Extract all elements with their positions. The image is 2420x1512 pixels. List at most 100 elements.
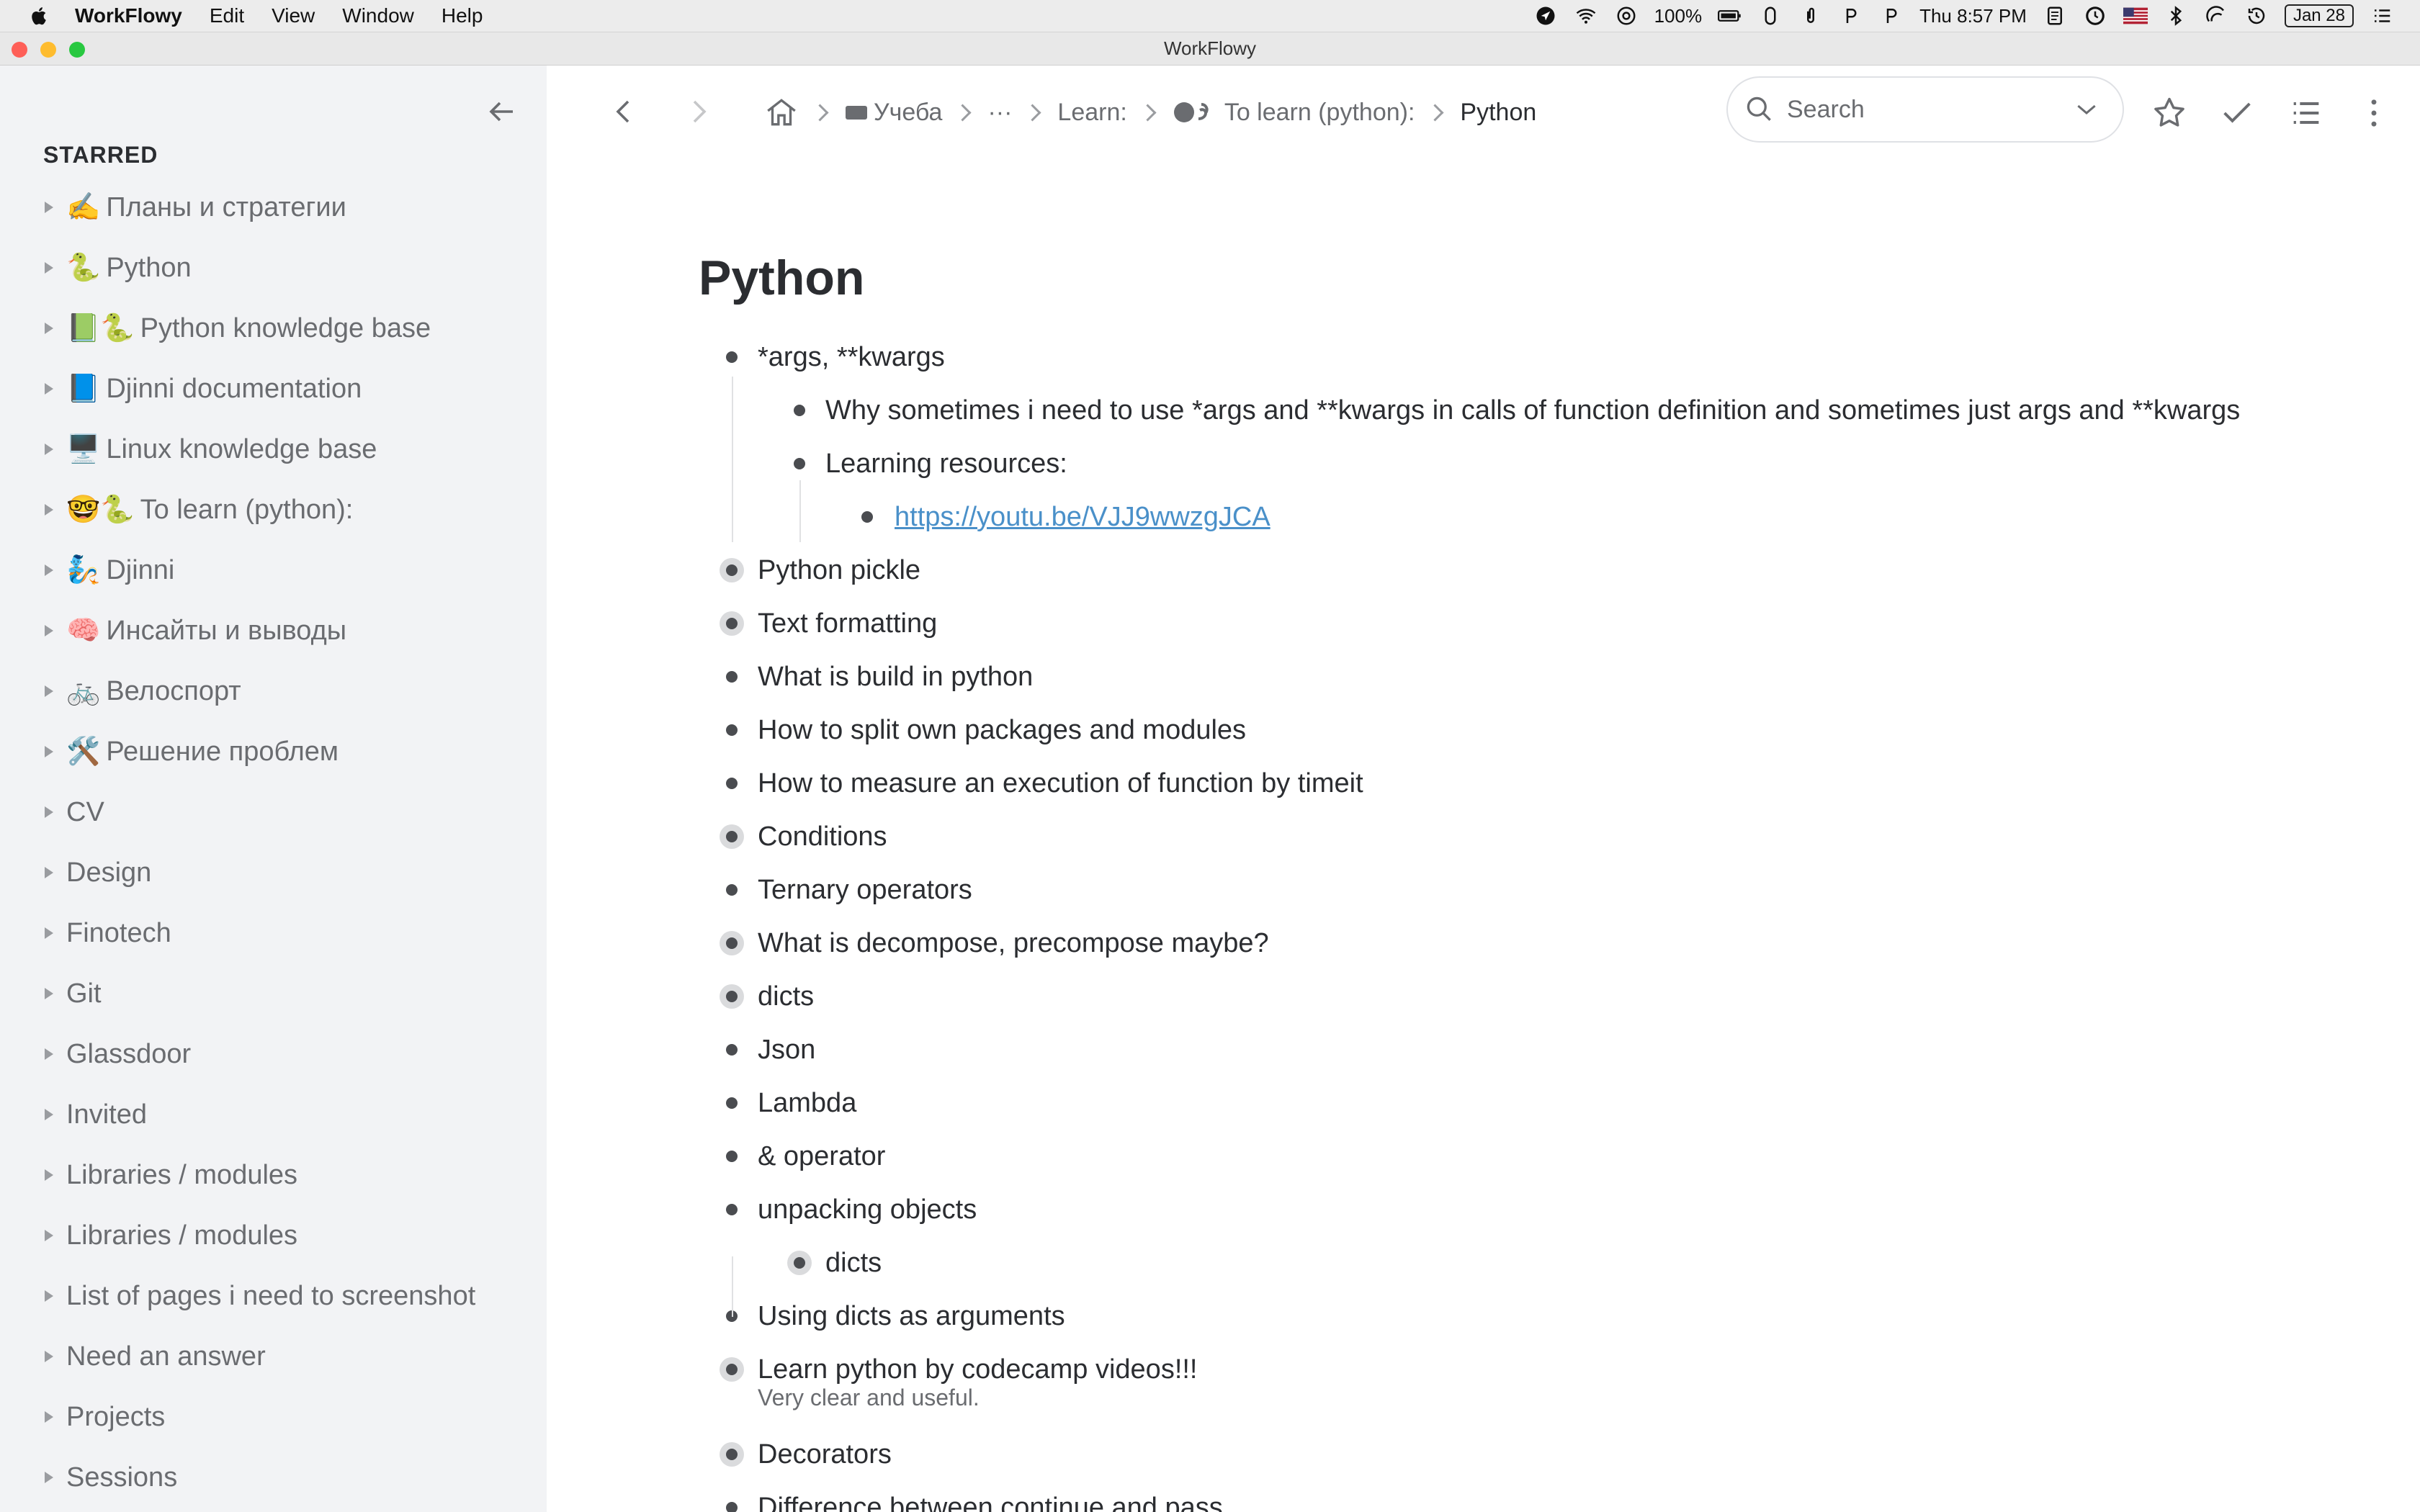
- outline-item[interactable]: https://youtu.be/VJJ9wwzgJCA: [699, 490, 2355, 544]
- expand-triangle-icon[interactable]: [45, 806, 53, 818]
- bullet-icon[interactable]: [726, 1097, 738, 1109]
- bullet-icon[interactable]: [726, 724, 738, 736]
- bullet-icon[interactable]: [726, 1151, 738, 1162]
- close-window-button[interactable]: [12, 42, 27, 58]
- more-options-icon[interactable]: [2355, 94, 2393, 132]
- p-app-second-icon[interactable]: [1879, 5, 1904, 27]
- expand-triangle-icon[interactable]: [45, 1290, 53, 1302]
- collapse-sidebar-icon[interactable]: [484, 94, 519, 129]
- sidebar-item[interactable]: Invited: [0, 1084, 547, 1145]
- sidebar-item[interactable]: Libraries / modules: [0, 1145, 547, 1205]
- chevron-down-icon[interactable]: [2072, 95, 2101, 124]
- sidebar-item[interactable]: 🛠️ Решение проблем: [0, 721, 547, 782]
- outline-item[interactable]: Text formatting: [699, 597, 2355, 650]
- sidebar-item[interactable]: 🖥️ Linux knowledge base: [0, 419, 547, 480]
- battery-icon[interactable]: [1718, 5, 1742, 27]
- expand-triangle-icon[interactable]: [45, 1169, 53, 1181]
- outline-item-text[interactable]: Learn python by codecamp videos!!!: [758, 1354, 1198, 1385]
- outline-item[interactable]: Conditions: [699, 810, 2355, 863]
- outline-item[interactable]: *args, **kwargs: [699, 330, 2355, 384]
- outline-item-text[interactable]: dicts: [825, 1248, 882, 1279]
- sidebar-item[interactable]: Sessions: [0, 1447, 547, 1508]
- expand-triangle-icon[interactable]: [45, 927, 53, 939]
- outline-item-text[interactable]: How to measure an execution of function …: [758, 768, 1363, 799]
- expand-triangle-icon[interactable]: [45, 867, 53, 878]
- page-title[interactable]: Python: [699, 250, 864, 306]
- outline-item-text[interactable]: Conditions: [758, 822, 887, 852]
- bullet-icon[interactable]: [726, 1044, 738, 1056]
- outline-item-text[interactable]: Why sometimes i need to use *args and **…: [825, 395, 2240, 426]
- outline-item-text[interactable]: Difference between continue and pass: [758, 1493, 1223, 1512]
- expand-triangle-icon[interactable]: [45, 1048, 53, 1060]
- list-view-icon[interactable]: [2287, 94, 2325, 132]
- sidebar-item[interactable]: Glassdoor: [0, 1024, 547, 1084]
- expand-triangle-icon[interactable]: [45, 444, 53, 455]
- breadcrumb-item-learn[interactable]: Learn:: [1057, 99, 1126, 127]
- outline-item[interactable]: Ternary operators: [699, 863, 2355, 917]
- outline-item-text[interactable]: & operator: [758, 1141, 885, 1172]
- outline-item[interactable]: Learning resources:: [699, 437, 2355, 490]
- sidebar-item[interactable]: 🤓🐍 To learn (python):: [0, 480, 547, 540]
- sidebar-item[interactable]: 🚲 Велоспорт: [0, 661, 547, 721]
- collapsed-bullet-icon[interactable]: [794, 1257, 805, 1269]
- expand-triangle-icon[interactable]: [45, 685, 53, 697]
- outline-item-text[interactable]: Json: [758, 1035, 815, 1066]
- outline-item[interactable]: dicts: [699, 970, 2355, 1023]
- sidebar-item[interactable]: ✍️ Планы и стратегии: [0, 177, 547, 238]
- expand-triangle-icon[interactable]: [45, 564, 53, 576]
- sidebar-item[interactable]: 📗🐍 Python knowledge base: [0, 298, 547, 359]
- time-machine-icon[interactable]: [2244, 5, 2269, 27]
- bullet-icon[interactable]: [794, 458, 805, 469]
- sidebar-item[interactable]: Finotech: [0, 903, 547, 963]
- collapsed-bullet-icon[interactable]: [726, 831, 738, 842]
- outline-item[interactable]: & operator: [699, 1130, 2355, 1183]
- expand-triangle-icon[interactable]: [45, 1109, 53, 1120]
- location-arrow-icon[interactable]: [1533, 5, 1558, 27]
- outline-item-text[interactable]: What is decompose, precompose maybe?: [758, 928, 1269, 959]
- outline-item[interactable]: Why sometimes i need to use *args and **…: [699, 384, 2355, 437]
- outline-item-text[interactable]: What is build in python: [758, 662, 1033, 693]
- clock-icon[interactable]: [2083, 5, 2107, 27]
- expand-triangle-icon[interactable]: [45, 1351, 53, 1362]
- bullet-icon[interactable]: [726, 1204, 738, 1215]
- list-menu-icon[interactable]: [2370, 5, 2394, 27]
- outline-item[interactable]: Using dicts as arguments: [699, 1290, 2355, 1343]
- sidebar-item[interactable]: 🧠 Инсайты и выводы: [0, 600, 547, 661]
- collapsed-bullet-icon[interactable]: [726, 937, 738, 949]
- expand-triangle-icon[interactable]: [45, 262, 53, 274]
- us-flag-icon[interactable]: [2123, 5, 2148, 27]
- menu-window[interactable]: Window: [342, 4, 414, 27]
- sidebar-item[interactable]: 🧞 Djinni: [0, 540, 547, 600]
- paperclip-icon[interactable]: [1798, 5, 1823, 27]
- minimize-window-button[interactable]: [40, 42, 56, 58]
- apple-menu-icon[interactable]: [29, 5, 50, 27]
- outline-item-text[interactable]: Lambda: [758, 1088, 856, 1119]
- gear-status-icon[interactable]: [1614, 5, 1639, 27]
- sidebar-item[interactable]: 📘 Djinni documentation: [0, 359, 547, 419]
- breadcrumb-item-ellipsis[interactable]: ···: [987, 99, 1012, 127]
- bullet-icon[interactable]: [726, 884, 738, 896]
- home-icon[interactable]: [763, 94, 799, 130]
- p-app-icon[interactable]: [1839, 5, 1863, 27]
- collapsed-bullet-icon[interactable]: [726, 1364, 738, 1375]
- sidebar-item[interactable]: Need an answer: [0, 1326, 547, 1387]
- expand-triangle-icon[interactable]: [45, 504, 53, 516]
- sidebar-item[interactable]: List of pages i need to screenshot: [0, 1266, 547, 1326]
- sidebar-item[interactable]: CV: [0, 782, 547, 842]
- outline-item[interactable]: Python pickle: [699, 544, 2355, 597]
- bullet-icon[interactable]: [861, 511, 873, 523]
- bullet-icon[interactable]: [794, 405, 805, 416]
- expand-triangle-icon[interactable]: [45, 625, 53, 636]
- expand-triangle-icon[interactable]: [45, 323, 53, 334]
- date-badge[interactable]: Jan 28: [2284, 4, 2354, 27]
- collapsed-bullet-icon[interactable]: [726, 564, 738, 576]
- outline-item-text[interactable]: Ternary operators: [758, 875, 972, 906]
- outline-item[interactable]: Json: [699, 1023, 2355, 1076]
- outline-item-text[interactable]: Text formatting: [758, 608, 937, 639]
- collapsed-bullet-icon[interactable]: [726, 1449, 738, 1460]
- expand-triangle-icon[interactable]: [45, 746, 53, 757]
- collapsed-bullet-icon[interactable]: [726, 618, 738, 629]
- outline-item[interactable]: How to measure an execution of function …: [699, 757, 2355, 810]
- sidebar-item[interactable]: Git: [0, 963, 547, 1024]
- collapsed-bullet-icon[interactable]: [726, 991, 738, 1002]
